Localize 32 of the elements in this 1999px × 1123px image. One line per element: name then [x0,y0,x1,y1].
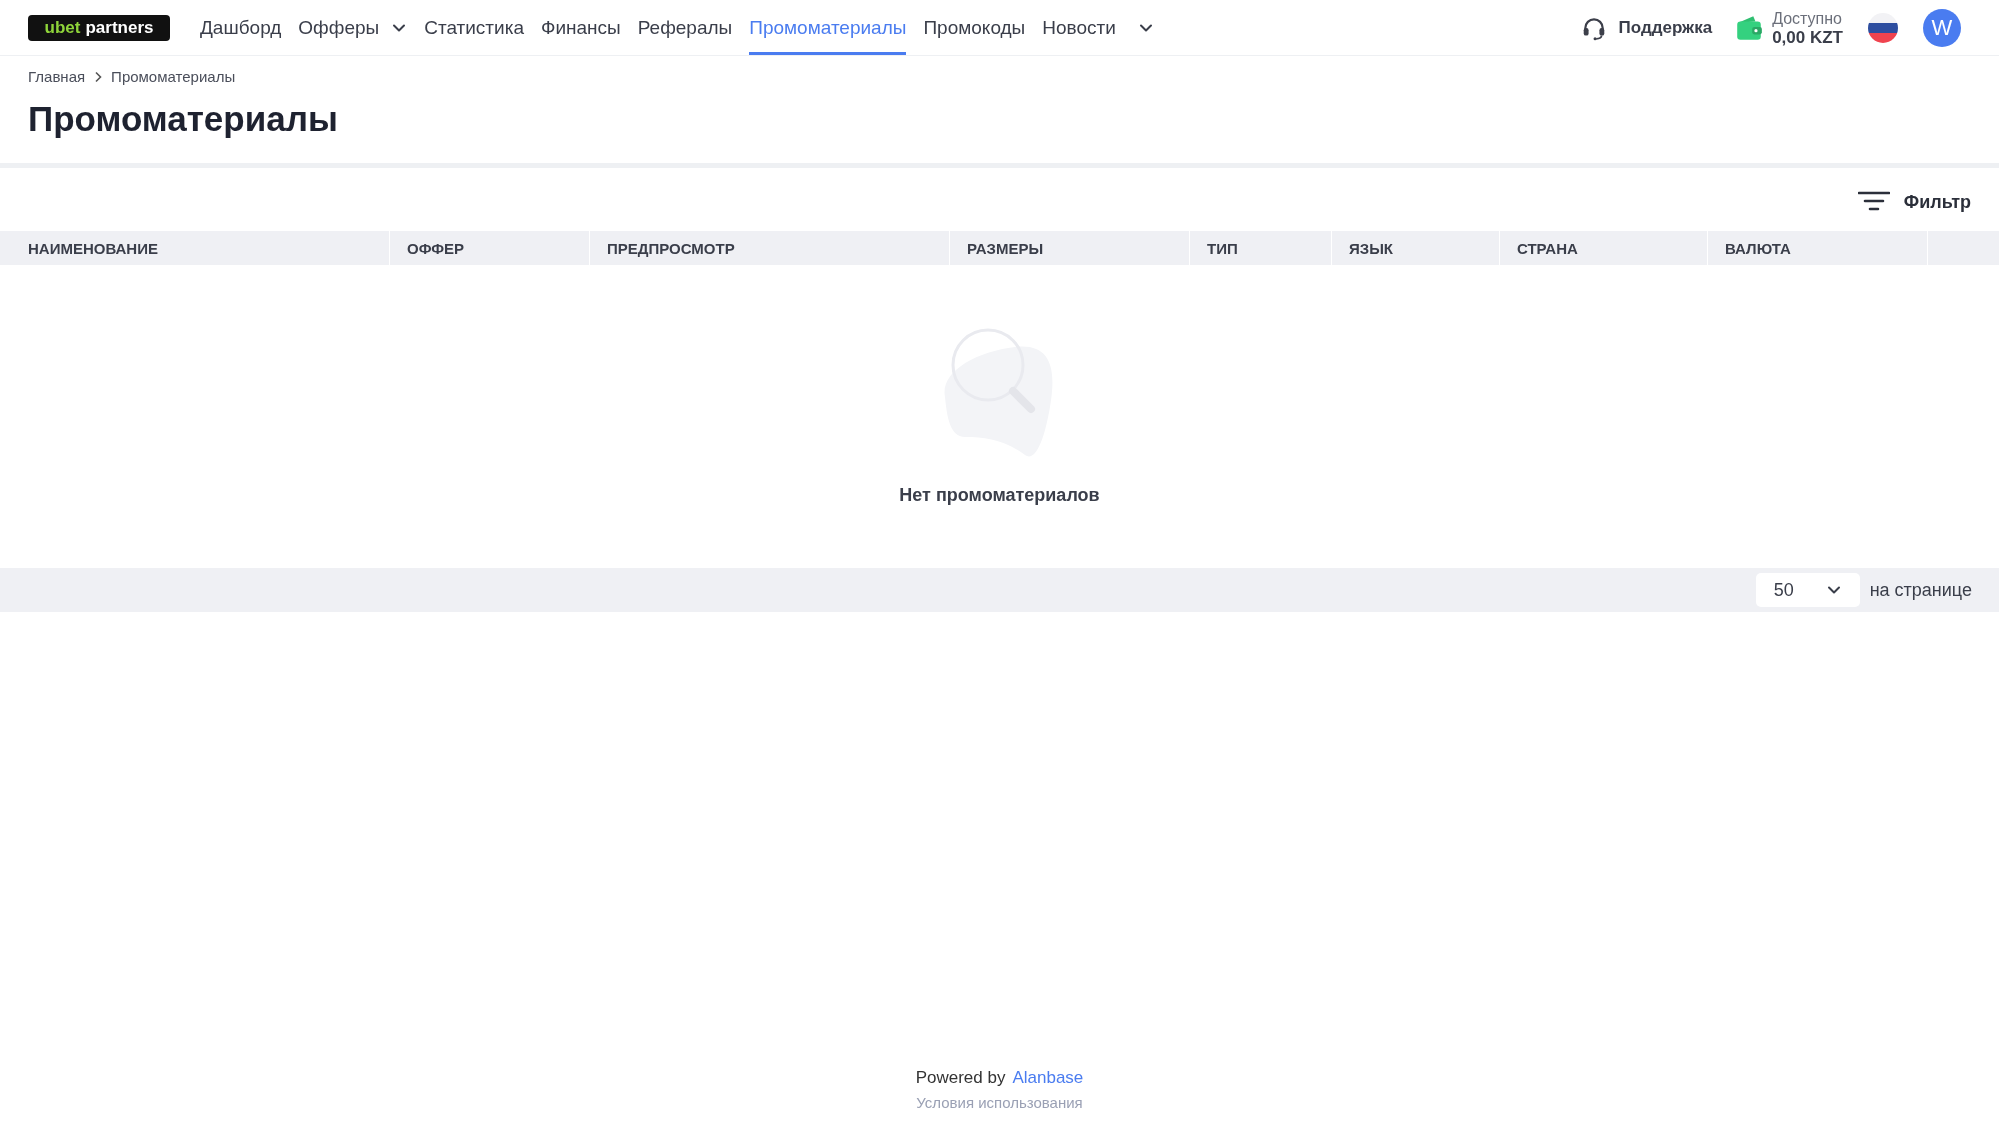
column-header: ТИП [1190,231,1332,265]
nav-tab[interactable]: Статистика [424,0,524,55]
breadcrumb-item[interactable]: Главная [28,68,86,85]
column-header: РАЗМЕРЫ [950,231,1190,265]
nav-tab[interactable]: Промокоды [923,0,1026,55]
logo-badge[interactable]: ubet partners [28,14,170,41]
column-header: НАИМЕНОВАНИЕ [0,231,390,265]
avatar[interactable]: W [1923,8,1961,47]
filter-button[interactable]: Фильтр [1857,190,1971,214]
per-page-label: на странице [1869,579,1972,601]
column-header: ОФФЕР [390,231,590,265]
support-link[interactable]: Поддержка [1618,17,1713,38]
nav-tab[interactable]: Дашборд [200,0,282,55]
alanbase-link[interactable]: Alanbase [1012,1068,1084,1088]
column-header: ЯЗЫК [1332,231,1500,265]
breadcrumb-item: Промоматериалы [111,68,236,85]
nav-tab[interactable]: Промоматериалы [749,0,907,55]
balance-label: Доступно [1772,8,1843,28]
column-header: СТРАНА [1500,231,1708,265]
nav-tab[interactable]: Новости [1042,0,1116,55]
per-page-select[interactable]: 50 [1755,573,1860,607]
flag-icon[interactable] [1868,12,1898,43]
empty-state-text: Нет промоматериалов [899,485,1100,506]
balance-amount: 0,00 KZT [1772,27,1843,47]
nav-tab[interactable]: Офферы [298,0,380,55]
column-header: ВАЛЮТА [1708,231,1928,265]
page-title: Промоматериалы [28,99,339,139]
chevron-right-icon [93,70,104,83]
powered-by-text: Powered by [915,1068,1006,1088]
nav-tab[interactable]: Финансы [541,0,621,55]
column-header: ПРЕДПРОСМОТР [590,231,950,265]
nav-tab[interactable]: Рефералы [637,0,733,55]
